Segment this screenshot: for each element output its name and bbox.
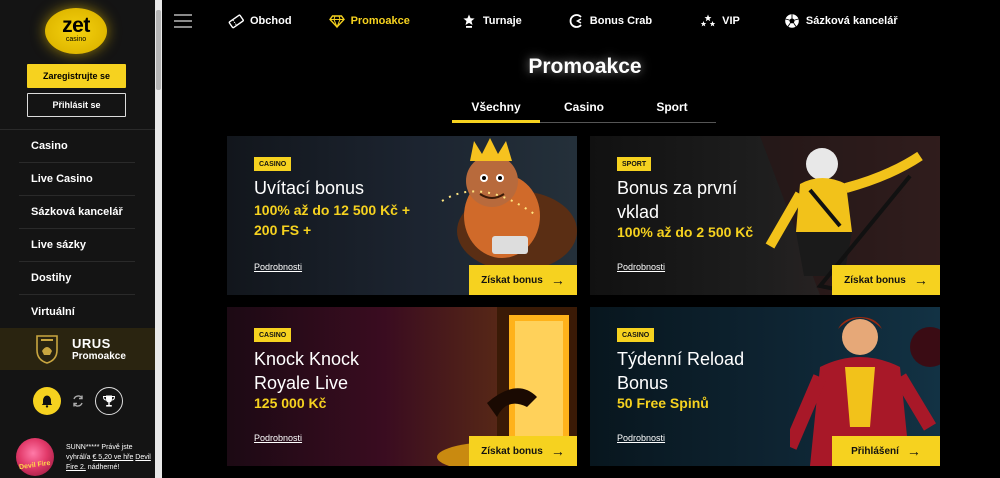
crab-claw-icon [568, 13, 584, 29]
sidebar-item-label: Sázková kancelář [31, 206, 123, 218]
hamburger-menu-icon[interactable] [174, 14, 192, 28]
sidebar-icon-row [33, 386, 123, 416]
card-title: Bonus za první vklad [617, 178, 738, 222]
topnav-vip[interactable]: VIP [700, 13, 740, 29]
arrow-right-icon: → [550, 272, 565, 288]
arrow-right-icon: → [906, 443, 921, 459]
promo-card-welcome-bonus[interactable]: CASINO Uvítací bonus 100% až do 12 500 K… [227, 136, 577, 295]
promo-title: URUS [72, 336, 111, 351]
details-link[interactable]: Podrobnosti [254, 433, 302, 443]
stars-icon [700, 13, 716, 29]
sidebar: zet casino Zaregistrujte se Přihlásit se… [0, 0, 155, 478]
details-link[interactable]: Podrobnosti [617, 433, 665, 443]
topnav-bonus-crab[interactable]: Bonus Crab [568, 13, 652, 29]
sidebar-item-label: Virtuální [31, 305, 75, 318]
sidebar-scrollbar[interactable] [155, 0, 162, 478]
tab-casino[interactable]: Casino [540, 96, 628, 122]
topnav-sportsbook[interactable]: Sázková kancelář [784, 13, 898, 29]
sidebar-item-label: Live sázky [31, 239, 87, 251]
get-bonus-button[interactable]: Získat bonus → [469, 265, 577, 295]
logo-subtext: casino [65, 36, 87, 43]
arrow-right-icon: → [913, 272, 928, 288]
tab-all[interactable]: Všechny [452, 96, 540, 123]
cta-label: Získat bonus [481, 445, 543, 457]
zet-casino-logo[interactable]: zet casino [45, 8, 107, 54]
topnav-shop[interactable]: Obchod [228, 13, 292, 29]
card-subtitle: 125 000 Kč [254, 395, 327, 411]
get-bonus-button[interactable]: Získat bonus → [832, 265, 940, 295]
promo-card-weekly-reload[interactable]: CASINO Týdenní Reload Bonus 50 Free Spin… [590, 307, 940, 466]
bell-icon [41, 395, 53, 408]
cta-label: Získat bonus [481, 274, 543, 286]
sidebar-item-virtual[interactable]: Virtuální [19, 295, 135, 328]
card-title: Knock Knock Royale Live [254, 349, 360, 393]
swap-arrows-icon[interactable] [70, 393, 86, 409]
get-bonus-button[interactable]: Získat bonus → [469, 436, 577, 466]
arrow-right-icon: → [550, 443, 565, 459]
trophy-icon [102, 395, 116, 407]
winner-amount[interactable]: € 5,20 ve hře [92, 454, 133, 461]
sidebar-nav: Casino Live Casino Sázková kancelář Live… [0, 129, 155, 328]
trophy-star-icon [461, 13, 477, 29]
card-subtitle: 100% až do 2 500 Kč [617, 224, 754, 240]
topnav-label: VIP [722, 15, 740, 27]
details-link[interactable]: Podrobnosti [617, 262, 665, 272]
card-title: Týdenní Reload Bonus [617, 349, 745, 393]
winner-message-end: nádherné! [87, 464, 120, 471]
category-badge: CASINO [254, 157, 292, 171]
topnav-promotions[interactable]: Promoakce [328, 13, 410, 29]
notifications-bell-button[interactable] [33, 387, 61, 415]
register-button[interactable]: Zaregistrujte se [27, 64, 126, 88]
topnav-label: Bonus Crab [589, 15, 653, 27]
topnav-label: Promoakce [350, 15, 410, 27]
topnav-label: Obchod [250, 15, 292, 27]
sidebar-item-label: Dostihy [31, 272, 72, 284]
cta-label: Přihlášení [851, 445, 899, 457]
sidebar-item-casino[interactable]: Casino [19, 130, 135, 163]
tab-sport[interactable]: Sport [628, 96, 716, 122]
sidebar-item-label: Casino [31, 140, 68, 152]
trophy-button[interactable] [95, 387, 123, 415]
login-cta-button[interactable]: Přihlášení → [832, 436, 940, 466]
category-badge: CASINO [254, 328, 292, 342]
top-navigation: Obchod Promoakce Turnaje Bonus Crab VIP [228, 10, 898, 32]
diamond-icon [328, 13, 345, 29]
recent-winner-ticker: Devil Fire SUNN***** Právě jste vyhrál/a… [16, 438, 155, 478]
topnav-label: Turnaje [482, 15, 522, 27]
sidebar-promo-urus[interactable]: URUS Promoakce [0, 328, 155, 370]
cta-label: Získat bonus [844, 274, 906, 286]
lamborghini-shield-icon [36, 335, 58, 364]
winner-user: SUNN***** [66, 444, 100, 451]
ticket-icon [228, 13, 244, 29]
game-thumbnail[interactable]: Devil Fire [16, 438, 54, 476]
promo-card-knock-knock[interactable]: CASINO Knock Knock Royale Live 125 000 K… [227, 307, 577, 466]
promo-subtitle: Promoakce [72, 351, 126, 362]
page-title: Promoakce [528, 55, 642, 78]
sidebar-item-live-bets[interactable]: Live sázky [19, 229, 135, 262]
king-troll-illustration [441, 138, 577, 265]
winner-text: SUNN***** Právě jste vyhrál/a € 5,20 ve … [54, 438, 154, 478]
card-subtitle: 50 Free Spinů [617, 395, 709, 411]
sidebar-item-label: Live Casino [31, 173, 93, 185]
card-title: Uvítací bonus [254, 178, 365, 198]
game-thumbnail-caption: Devil Fire [18, 459, 51, 472]
card-subtitle: 100% až do 12 500 Kč + 200 FS + [254, 202, 411, 238]
promo-card-first-deposit[interactable]: SPORT Bonus za první vklad 100% až do 2 … [590, 136, 940, 295]
promo-tabs: Všechny Casino Sport [452, 96, 716, 123]
topnav-label: Sázková kancelář [805, 15, 898, 27]
sidebar-item-racing[interactable]: Dostihy [19, 262, 135, 295]
sidebar-item-sportsbook[interactable]: Sázková kancelář [19, 196, 135, 229]
login-button[interactable]: Přihlásit se [27, 93, 126, 117]
category-badge: SPORT [617, 157, 652, 171]
football-icon [784, 13, 800, 29]
sidebar-item-live-casino[interactable]: Live Casino [19, 163, 135, 196]
scrollbar-thumb[interactable] [156, 10, 161, 90]
topnav-tournaments[interactable]: Turnaje [461, 13, 522, 29]
details-link[interactable]: Podrobnosti [254, 262, 302, 272]
category-badge: CASINO [617, 328, 655, 342]
